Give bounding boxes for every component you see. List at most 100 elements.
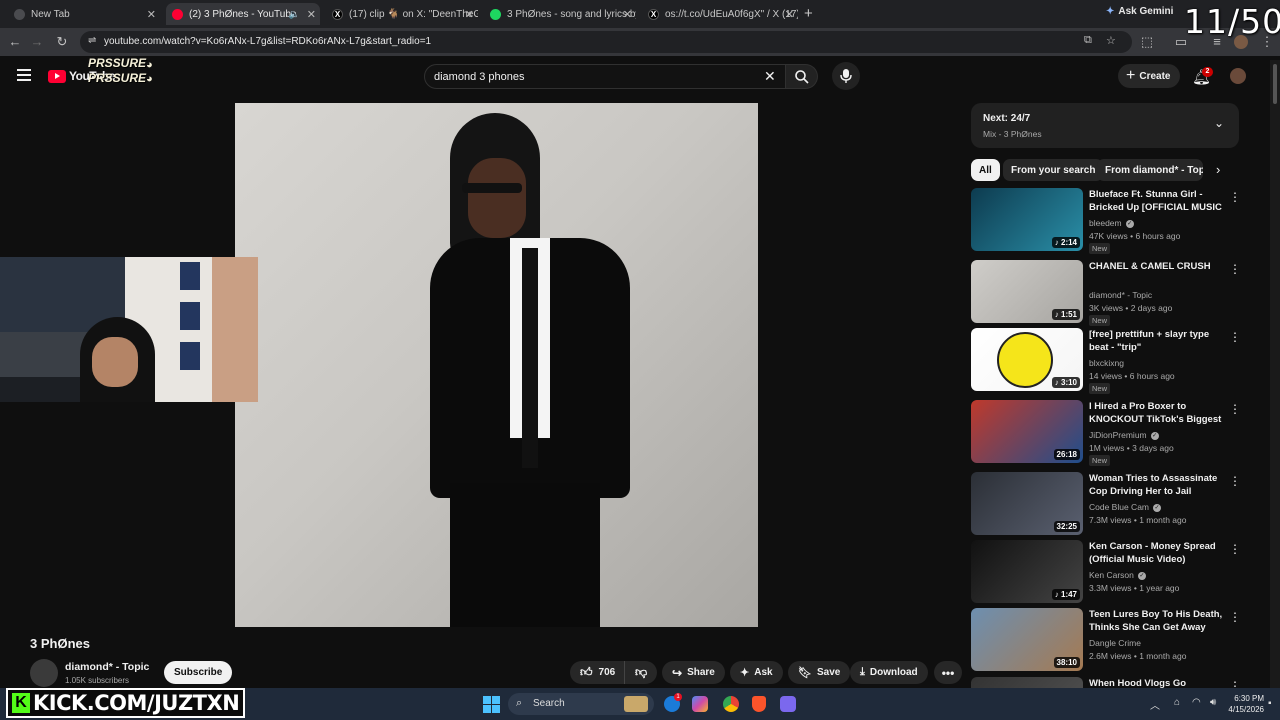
account-avatar[interactable] xyxy=(1230,68,1246,84)
video-player[interactable] xyxy=(235,103,758,627)
recommendation-channel[interactable]: diamond* - Topic xyxy=(1089,290,1152,300)
recommendation-channel[interactable]: Ken Carson ✓ xyxy=(1089,570,1146,580)
kebab-menu-icon[interactable]: ⋮ xyxy=(1229,262,1241,276)
kebab-menu-icon[interactable]: ⋮ xyxy=(1229,402,1241,416)
recommendation-item[interactable]: ♪ 2:14 Blueface Ft. Stunna Girl - Bricked… xyxy=(971,188,1241,254)
close-icon[interactable]: ✕ xyxy=(465,8,474,21)
channel-avatar[interactable] xyxy=(30,659,58,687)
recommendation-item[interactable]: 32:25 Woman Tries to Assassinate Cop Driv… xyxy=(971,472,1241,536)
recommendation-item[interactable]: 26:18 I Hired a Pro Boxer to KNOCKOUT Tik… xyxy=(971,400,1241,466)
chevron-right-icon[interactable]: › xyxy=(1216,162,1220,177)
chip-from-search[interactable]: From your search xyxy=(1003,159,1104,181)
install-icon[interactable]: ⧉ xyxy=(1084,34,1092,47)
taskbar-search[interactable]: ⌕ Search xyxy=(508,693,654,715)
recommendation-title[interactable]: Woman Tries to Assassinate Cop Driving H… xyxy=(1089,472,1225,498)
kebab-menu-icon[interactable]: ⋮ xyxy=(1229,474,1241,488)
voice-search-button[interactable] xyxy=(832,62,860,90)
video-thumbnail[interactable]: ♪ 2:14 xyxy=(971,188,1083,251)
video-thumbnail[interactable]: ♪ 1:51 xyxy=(971,260,1083,323)
brave-icon[interactable] xyxy=(752,696,766,712)
tab-new-tab[interactable]: New Tab ✕ xyxy=(8,3,160,25)
tab-x-link[interactable]: X os://t.co/UdEuA0f6gX" / X (17) ✕ xyxy=(642,3,798,25)
recommendation-item[interactable]: 38:10 Teen Lures Boy To His Death, Thinks… xyxy=(971,608,1241,672)
dislike-button[interactable]: 👎︎ xyxy=(624,661,658,684)
kebab-menu-icon[interactable]: ⋮ xyxy=(1229,542,1241,556)
video-thumbnail[interactable]: ♪ 1:47 xyxy=(971,540,1083,603)
reload-icon[interactable]: ↻ xyxy=(53,33,71,51)
more-actions-button[interactable]: ••• xyxy=(934,661,962,684)
wifi-icon[interactable]: ◠ xyxy=(1192,697,1201,708)
recommendation-channel[interactable]: bleedem ✓ xyxy=(1089,218,1134,228)
save-button[interactable]: 🔖︎ Save xyxy=(788,661,851,684)
recommendation-item[interactable]: ♪ 3:10 [free] prettifun + slayr type beat… xyxy=(971,328,1241,394)
chip-from-channel[interactable]: From diamond* - Topic xyxy=(1097,159,1203,181)
recommendation-title[interactable]: When Hood Vlogs Go Horribly xyxy=(1089,677,1225,688)
recommendation-title[interactable]: [free] prettifun + slayr type beat - "tr… xyxy=(1089,328,1225,354)
create-button[interactable]: + Create xyxy=(1118,64,1181,88)
scrollbar-thumb[interactable] xyxy=(1273,64,1277,104)
back-icon[interactable]: ← xyxy=(6,33,24,51)
hamburger-menu-icon[interactable] xyxy=(17,69,31,81)
site-info-icon[interactable]: ⇌ xyxy=(88,35,96,46)
clear-search-icon[interactable]: ✕ xyxy=(764,68,776,85)
volume-icon[interactable]: 🔊︎ xyxy=(1210,697,1216,708)
tab-spotify[interactable]: 3 PhØnes - song and lyrics by d ✕ xyxy=(484,3,636,25)
extensions-icon[interactable]: ⬚ xyxy=(1138,33,1156,51)
recommendation-channel[interactable]: Code Blue Cam ✓ xyxy=(1089,502,1162,512)
search-button[interactable] xyxy=(786,64,818,89)
kebab-menu-icon[interactable]: ⋮ xyxy=(1229,190,1241,204)
recommendation-channel[interactable]: JiDionPremium ✓ xyxy=(1089,430,1159,440)
video-thumbnail[interactable]: 38:10 xyxy=(971,608,1083,671)
network-icon[interactable]: ⌂ xyxy=(1174,697,1180,708)
windows-start-icon[interactable] xyxy=(483,696,500,713)
bookmark-star-icon[interactable]: ☆ xyxy=(1106,34,1116,47)
recommendation-channel[interactable]: Dangle Crime xyxy=(1089,638,1141,648)
recommendation-item[interactable]: ♪ 1:47 Ken Carson - Money Spread (Officia… xyxy=(971,540,1241,604)
recommendation-item[interactable]: ♪ 1:51 CHANEL & CAMEL CRUSH diamond* - Top… xyxy=(971,260,1241,326)
recommendation-title[interactable]: I Hired a Pro Boxer to KNOCKOUT TikTok's… xyxy=(1089,400,1225,427)
channel-name[interactable]: diamond* - Topic xyxy=(65,661,149,673)
subscribe-button[interactable]: Subscribe xyxy=(164,661,233,684)
notification-center-icon[interactable]: ▪ xyxy=(1268,698,1272,709)
kebab-menu-icon[interactable]: ⋮ xyxy=(1229,330,1241,344)
like-button[interactable]: 👍︎ 706 xyxy=(570,661,626,684)
spotify-icon xyxy=(490,8,501,20)
address-bar[interactable]: ⇌ youtube.com/watch?v=Ko6rANx-L7g&list=R… xyxy=(80,31,1132,53)
chip-all[interactable]: All xyxy=(971,159,1000,181)
recommendation-item[interactable]: When Hood Vlogs Go Horribly ⋮ xyxy=(971,677,1241,688)
forward-icon[interactable]: → xyxy=(28,33,46,51)
kebab-menu-icon[interactable]: ⋮ xyxy=(1229,679,1241,688)
tab-youtube[interactable]: (2) 3 PhØnes - YouTube 🔈 ✕ xyxy=(166,3,320,25)
tab-x-clip[interactable]: X (17) clip 🐐 on X: "DeenTheGre ✕ xyxy=(326,3,478,25)
recommendation-title[interactable]: Ken Carson - Money Spread (Official Musi… xyxy=(1089,540,1225,566)
video-thumbnail[interactable]: ♪ 3:10 xyxy=(971,328,1083,391)
new-tab-button[interactable]: + xyxy=(804,5,813,22)
playlist-panel[interactable]: Next: 24/7 Mix - 3 PhØnes ⌄ xyxy=(971,103,1239,148)
ask-button[interactable]: ✦ Ask xyxy=(730,661,783,684)
search-input[interactable]: diamond 3 phones ✕ xyxy=(424,64,786,89)
recommendation-title[interactable]: CHANEL & CAMEL CRUSH xyxy=(1089,260,1225,273)
taskbar-clock[interactable]: 6:30 PM 4/15/2026 xyxy=(1226,693,1264,715)
video-thumbnail[interactable]: 26:18 xyxy=(971,400,1083,463)
share-label: Share xyxy=(687,667,715,678)
recommendation-channel[interactable]: blxckixng xyxy=(1089,358,1124,368)
teams-icon[interactable] xyxy=(780,696,796,712)
tray-chevron-up-icon[interactable]: ︿ xyxy=(1150,697,1160,712)
download-button[interactable]: ⤓ Download xyxy=(850,661,928,684)
close-icon[interactable]: ✕ xyxy=(307,8,316,21)
close-icon[interactable]: ✕ xyxy=(785,8,794,21)
recommendation-title[interactable]: Teen Lures Boy To His Death, Thinks She … xyxy=(1089,608,1225,635)
share-button[interactable]: ↪ Share xyxy=(662,661,725,684)
ask-gemini-button[interactable]: ✦ Ask Gemini xyxy=(1106,6,1173,17)
recommendation-title[interactable]: Blueface Ft. Stunna Girl - Bricked Up [O… xyxy=(1089,188,1225,215)
close-icon[interactable]: ✕ xyxy=(147,8,156,21)
video-thumbnail[interactable] xyxy=(971,677,1083,688)
copilot-icon[interactable] xyxy=(692,696,708,712)
video-thumbnail[interactable]: 32:25 xyxy=(971,472,1083,535)
chrome-taskbar-icon[interactable] xyxy=(723,696,739,712)
chevron-down-icon[interactable]: ⌄ xyxy=(1214,116,1224,130)
kebab-menu-icon[interactable]: ⋮ xyxy=(1229,610,1241,624)
close-icon[interactable]: ✕ xyxy=(623,8,632,21)
page-scrollbar[interactable] xyxy=(1270,60,1280,688)
speaker-icon[interactable]: 🔈 xyxy=(289,9,300,20)
